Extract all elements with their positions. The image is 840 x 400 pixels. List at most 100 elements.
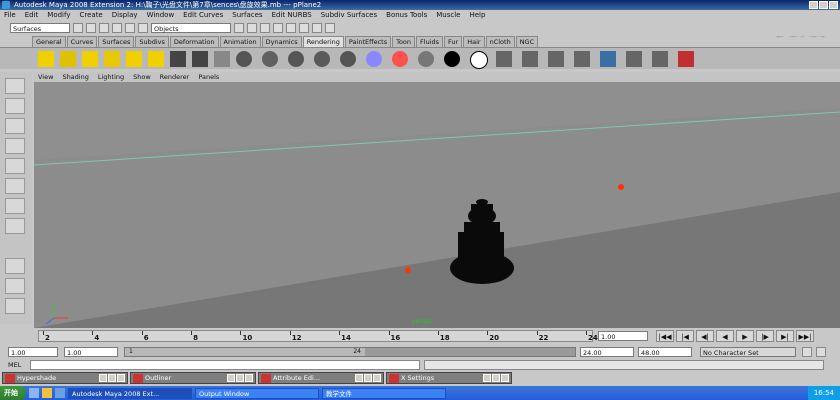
scene-view[interactable]: [34, 82, 840, 328]
floating-window-outliner[interactable]: Outliner: [130, 372, 256, 384]
selection-mask-dropdown[interactable]: Objects: [151, 23, 231, 33]
time-ruler[interactable]: 2 4 6 8 10 12 14 16 18 20 22 24: [38, 330, 598, 342]
menu-modify[interactable]: Modify: [47, 10, 70, 20]
shelf-tab-ngc[interactable]: NGC: [515, 36, 539, 47]
panel-menu-shading[interactable]: Shading: [62, 72, 88, 82]
playback-button[interactable]: ▶▶|: [796, 330, 814, 342]
open-scene-icon[interactable]: [86, 23, 96, 33]
playback-button[interactable]: ▶|: [776, 330, 794, 342]
ipr-render-icon[interactable]: [548, 51, 564, 67]
render-settings-icon[interactable]: [325, 23, 335, 33]
menu-subdiv-surfaces[interactable]: Subdiv Surfaces: [321, 10, 377, 20]
close-button[interactable]: [501, 374, 509, 382]
soft-mod-tool-icon[interactable]: [5, 218, 25, 234]
playback-start-field[interactable]: 1.00: [64, 347, 118, 357]
quicklaunch-ie-icon[interactable]: [29, 388, 39, 398]
ipr-icon[interactable]: [312, 23, 322, 33]
layered-shader-icon[interactable]: [366, 51, 382, 67]
animation-prefs-icon[interactable]: [816, 347, 826, 357]
shelf-tab-dynamics[interactable]: Dynamics: [261, 36, 302, 47]
shelf-tab-animation[interactable]: Animation: [219, 36, 261, 47]
ambient-light-icon[interactable]: [38, 51, 54, 67]
scale-tool-icon[interactable]: [5, 178, 25, 194]
select-object-icon[interactable]: [125, 23, 135, 33]
menu-edit-nurbs[interactable]: Edit NURBS: [272, 10, 312, 20]
close-button[interactable]: [829, 1, 838, 9]
floating-window-attribute-edi[interactable]: Attribute Edi...: [258, 372, 384, 384]
restore-button[interactable]: [227, 374, 235, 382]
end-time-field[interactable]: 48.00: [638, 347, 692, 357]
range-handle[interactable]: 1 24: [125, 348, 365, 356]
menu-edit-curves[interactable]: Edit Curves: [183, 10, 223, 20]
menu-file[interactable]: File: [4, 10, 16, 20]
menu-surfaces[interactable]: Surfaces: [232, 10, 262, 20]
rotate-tool-icon[interactable]: [5, 158, 25, 174]
snap-plane-icon[interactable]: [273, 23, 283, 33]
area-light-icon[interactable]: [126, 51, 142, 67]
lambert-material-icon[interactable]: [262, 51, 278, 67]
render-region-icon[interactable]: [626, 51, 642, 67]
shelf-tab-hair[interactable]: Hair: [463, 36, 485, 47]
playback-button[interactable]: |◀◀: [656, 330, 674, 342]
maximize-button[interactable]: [236, 374, 244, 382]
maximize-button[interactable]: [108, 374, 116, 382]
shelf-tab-deformation[interactable]: Deformation: [169, 36, 219, 47]
playback-button[interactable]: |◀: [676, 330, 694, 342]
history-icon[interactable]: [286, 23, 296, 33]
current-frame-field[interactable]: 1.00: [598, 331, 648, 341]
outliner-layout-icon[interactable]: [5, 298, 25, 314]
start-time-field[interactable]: 1.00: [8, 347, 58, 357]
command-input[interactable]: [30, 360, 420, 370]
shelf-tab-general[interactable]: General: [32, 36, 66, 47]
close-button[interactable]: [117, 374, 125, 382]
snap-grid-icon[interactable]: [234, 23, 244, 33]
menu-set-dropdown[interactable]: Surfaces: [10, 23, 70, 33]
render-globals-icon[interactable]: [522, 51, 538, 67]
select-component-icon[interactable]: [138, 23, 148, 33]
manipulator-tool-icon[interactable]: [5, 198, 25, 214]
menu-edit[interactable]: Edit: [25, 10, 39, 20]
paint-canvas-icon[interactable]: [678, 51, 694, 67]
restore-button[interactable]: [99, 374, 107, 382]
character-set-dropdown[interactable]: No Character Set: [700, 347, 796, 357]
panel-menu-panels[interactable]: Panels: [198, 72, 219, 82]
lasso-tool-icon[interactable]: [5, 98, 25, 114]
menu-window[interactable]: Window: [147, 10, 175, 20]
close-button[interactable]: [245, 374, 253, 382]
menu-muscle[interactable]: Muscle: [436, 10, 460, 20]
select-hierarchy-icon[interactable]: [112, 23, 122, 33]
four-view-layout-icon[interactable]: [5, 278, 25, 294]
restore-button[interactable]: [483, 374, 491, 382]
ramp-shader-icon[interactable]: [392, 51, 408, 67]
volume-light-icon[interactable]: [148, 51, 164, 67]
pivot-marker-left[interactable]: [405, 267, 411, 273]
menu-help[interactable]: Help: [469, 10, 485, 20]
render-icon[interactable]: [299, 23, 309, 33]
playback-button[interactable]: ◀: [716, 330, 734, 342]
playback-button[interactable]: ▶: [736, 330, 754, 342]
single-view-layout-icon[interactable]: [5, 258, 25, 274]
save-scene-icon[interactable]: [99, 23, 109, 33]
snap-point-icon[interactable]: [260, 23, 270, 33]
maximize-button[interactable]: [492, 374, 500, 382]
blinn-material-icon[interactable]: [236, 51, 252, 67]
panel-menu-lighting[interactable]: Lighting: [98, 72, 124, 82]
playback-end-field[interactable]: 24.00: [580, 347, 634, 357]
start-button[interactable]: 开始: [0, 386, 26, 400]
panel-menu-renderer[interactable]: Renderer: [160, 72, 190, 82]
taskbar-button[interactable]: Output Window: [195, 387, 319, 399]
render-view-icon[interactable]: [214, 51, 230, 67]
taskbar-button[interactable]: Autodesk Maya 2008 Ext...: [68, 387, 192, 399]
paint-select-tool-icon[interactable]: [5, 118, 25, 134]
point-light-icon[interactable]: [82, 51, 98, 67]
menu-bonus-tools[interactable]: Bonus Tools: [386, 10, 427, 20]
taskbar-button[interactable]: 教学文件: [322, 387, 446, 399]
panel-menu-view[interactable]: View: [38, 72, 53, 82]
playback-button[interactable]: ◀|: [696, 330, 714, 342]
shading-map-icon[interactable]: [470, 51, 488, 69]
shelf-tab-surfaces[interactable]: Surfaces: [98, 36, 135, 47]
shelf-tab-fluids[interactable]: Fluids: [416, 36, 444, 47]
shelf-tab-rendering[interactable]: Rendering: [302, 36, 344, 47]
pivot-marker-right[interactable]: [618, 184, 624, 190]
close-button[interactable]: [373, 374, 381, 382]
